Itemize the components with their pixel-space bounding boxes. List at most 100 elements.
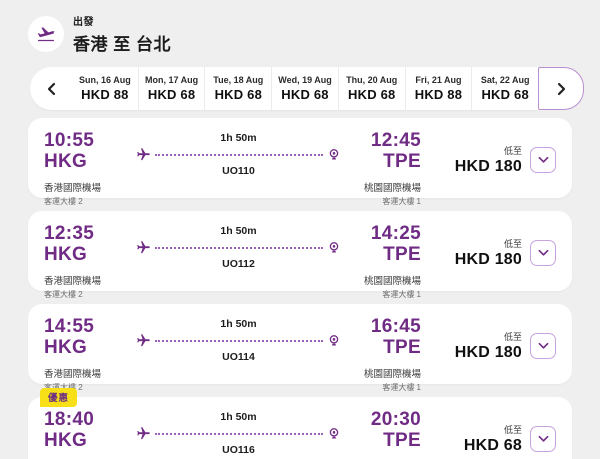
flight-number: UO112 <box>136 258 341 270</box>
departure-code: HKG <box>44 152 136 173</box>
trip-header: 出發 香港 至 台北 <box>0 0 600 65</box>
price-from-label: 低至 <box>464 423 522 436</box>
destination-pin-icon <box>327 147 341 162</box>
departure-time: 18:40 <box>44 410 136 431</box>
expand-fare-button[interactable] <box>530 426 556 452</box>
chevron-down-icon <box>538 435 549 443</box>
departure-airport: 香港國際機場 <box>44 366 136 380</box>
chevron-down-icon <box>538 249 549 257</box>
route-block: 1h 50m UO112 <box>136 225 341 270</box>
arrival-block: 20:30 TPE 桃園國際機場 客運大樓 1 <box>341 410 421 459</box>
flight-card: 12:35 HKG 香港國際機場 客運大樓 2 1h 50m UO112 14:… <box>28 211 572 291</box>
plane-icon <box>136 240 151 255</box>
expand-fare-button[interactable] <box>530 147 556 173</box>
arrival-airport: 桃園國際機場 <box>341 273 421 287</box>
departure-block: 12:35 HKG 香港國際機場 客運大樓 2 <box>44 224 136 300</box>
price-from-label: 低至 <box>455 144 522 157</box>
date-price: HKD 68 <box>348 87 395 102</box>
destination-pin-icon <box>327 426 341 441</box>
flight-duration: 1h 50m <box>136 318 341 330</box>
arrival-time: 20:30 <box>341 410 421 431</box>
promo-badge: 優惠 <box>40 388 77 407</box>
chevron-down-icon <box>538 342 549 350</box>
departure-time: 10:55 <box>44 131 136 152</box>
date-cell[interactable]: Mon, 17 Aug HKD 68 <box>138 67 205 110</box>
route-block: 1h 50m UO110 <box>136 132 341 177</box>
next-dates-button[interactable] <box>538 67 584 110</box>
date-cell[interactable]: Tue, 18 Aug HKD 68 <box>204 67 271 110</box>
plane-icon <box>136 426 151 441</box>
departure-block: 14:55 HKG 香港國際機場 客運大樓 2 <box>44 317 136 393</box>
date-price: HKD 88 <box>81 87 128 102</box>
route-dotted-line <box>155 247 323 249</box>
destination-pin-icon <box>327 333 341 348</box>
date-selector: Sun, 16 Aug HKD 88 Mon, 17 Aug HKD 68 Tu… <box>30 67 584 110</box>
arrival-code: TPE <box>341 431 421 452</box>
route-dotted-line <box>155 154 323 156</box>
price-from-label: 低至 <box>455 330 522 343</box>
arrival-block: 12:45 TPE 桃園國際機場 客運大樓 1 <box>341 131 421 207</box>
date-label: Tue, 18 Aug <box>213 75 263 85</box>
direction-label: 出發 <box>73 13 171 28</box>
date-label: Sun, 16 Aug <box>79 75 131 85</box>
flight-duration: 1h 50m <box>136 132 341 144</box>
arrival-terminal: 客運大樓 1 <box>341 382 421 393</box>
flight-card: 14:55 HKG 香港國際機場 客運大樓 2 1h 50m UO114 16:… <box>28 304 572 384</box>
flight-number: UO114 <box>136 351 341 363</box>
date-cell[interactable]: Sat, 22 Aug HKD 68 <box>471 67 538 110</box>
arrival-block: 14:25 TPE 桃園國際機場 客運大樓 1 <box>341 224 421 300</box>
departure-code: HKG <box>44 431 136 452</box>
arrival-time: 12:45 <box>341 131 421 152</box>
date-label: Mon, 17 Aug <box>145 75 198 85</box>
arrival-block: 16:45 TPE 桃園國際機場 客運大樓 1 <box>341 317 421 393</box>
departure-time: 12:35 <box>44 224 136 245</box>
expand-fare-button[interactable] <box>530 333 556 359</box>
price-value: HKD 180 <box>455 251 522 269</box>
route-block: 1h 50m UO114 <box>136 318 341 363</box>
chevron-right-icon <box>556 82 567 96</box>
arrival-terminal: 客運大樓 1 <box>341 289 421 300</box>
expand-fare-button[interactable] <box>530 240 556 266</box>
departure-code: HKG <box>44 338 136 359</box>
route-title: 香港 至 台北 <box>73 30 171 55</box>
date-cell[interactable]: Sun, 16 Aug HKD 88 <box>72 67 138 110</box>
arrival-airport: 桃園國際機場 <box>341 366 421 380</box>
arrival-time: 14:25 <box>341 224 421 245</box>
date-price: HKD 68 <box>281 87 328 102</box>
flight-card: 優惠 18:40 HKG 香港國際機場 客運大樓 2 1h 50m UO116 … <box>28 397 572 459</box>
route-block: 1h 50m UO116 <box>136 411 341 456</box>
chevron-left-icon <box>46 82 57 96</box>
date-strip: Sun, 16 Aug HKD 88 Mon, 17 Aug HKD 68 Tu… <box>30 67 538 110</box>
route-dotted-line <box>155 433 323 435</box>
date-price: HKD 68 <box>481 87 528 102</box>
date-cell[interactable]: Fri, 21 Aug HKD 88 <box>405 67 472 110</box>
arrival-code: TPE <box>341 152 421 173</box>
prev-dates-button[interactable] <box>30 67 72 110</box>
date-price: HKD 68 <box>215 87 262 102</box>
departure-terminal: 客運大樓 2 <box>44 289 136 300</box>
departure-airport: 香港國際機場 <box>44 273 136 287</box>
flight-results-list: 10:55 HKG 香港國際機場 客運大樓 2 1h 50m UO110 12:… <box>0 110 600 459</box>
price-from-label: 低至 <box>455 237 522 250</box>
arrival-time: 16:45 <box>341 317 421 338</box>
date-cell[interactable]: Thu, 20 Aug HKD 68 <box>338 67 405 110</box>
date-price: HKD 88 <box>415 87 462 102</box>
departure-block: 10:55 HKG 香港國際機場 客運大樓 2 <box>44 131 136 207</box>
date-label: Fri, 21 Aug <box>415 75 461 85</box>
departure-code: HKG <box>44 245 136 266</box>
arrival-terminal: 客運大樓 1 <box>341 196 421 207</box>
date-label: Sat, 22 Aug <box>481 75 530 85</box>
date-price: HKD 68 <box>148 87 195 102</box>
price-value: HKD 68 <box>464 437 522 455</box>
departure-block: 18:40 HKG 香港國際機場 客運大樓 2 <box>44 410 136 459</box>
destination-pin-icon <box>327 240 341 255</box>
date-cell[interactable]: Wed, 19 Aug HKD 68 <box>271 67 338 110</box>
chevron-down-icon <box>538 156 549 164</box>
flight-number: UO110 <box>136 165 341 177</box>
departure-terminal: 客運大樓 2 <box>44 196 136 207</box>
departure-airport: 香港國際機場 <box>44 180 136 194</box>
flight-duration: 1h 50m <box>136 225 341 237</box>
flight-takeoff-icon <box>28 16 64 52</box>
flight-duration: 1h 50m <box>136 411 341 423</box>
flight-card: 10:55 HKG 香港國際機場 客運大樓 2 1h 50m UO110 12:… <box>28 118 572 198</box>
